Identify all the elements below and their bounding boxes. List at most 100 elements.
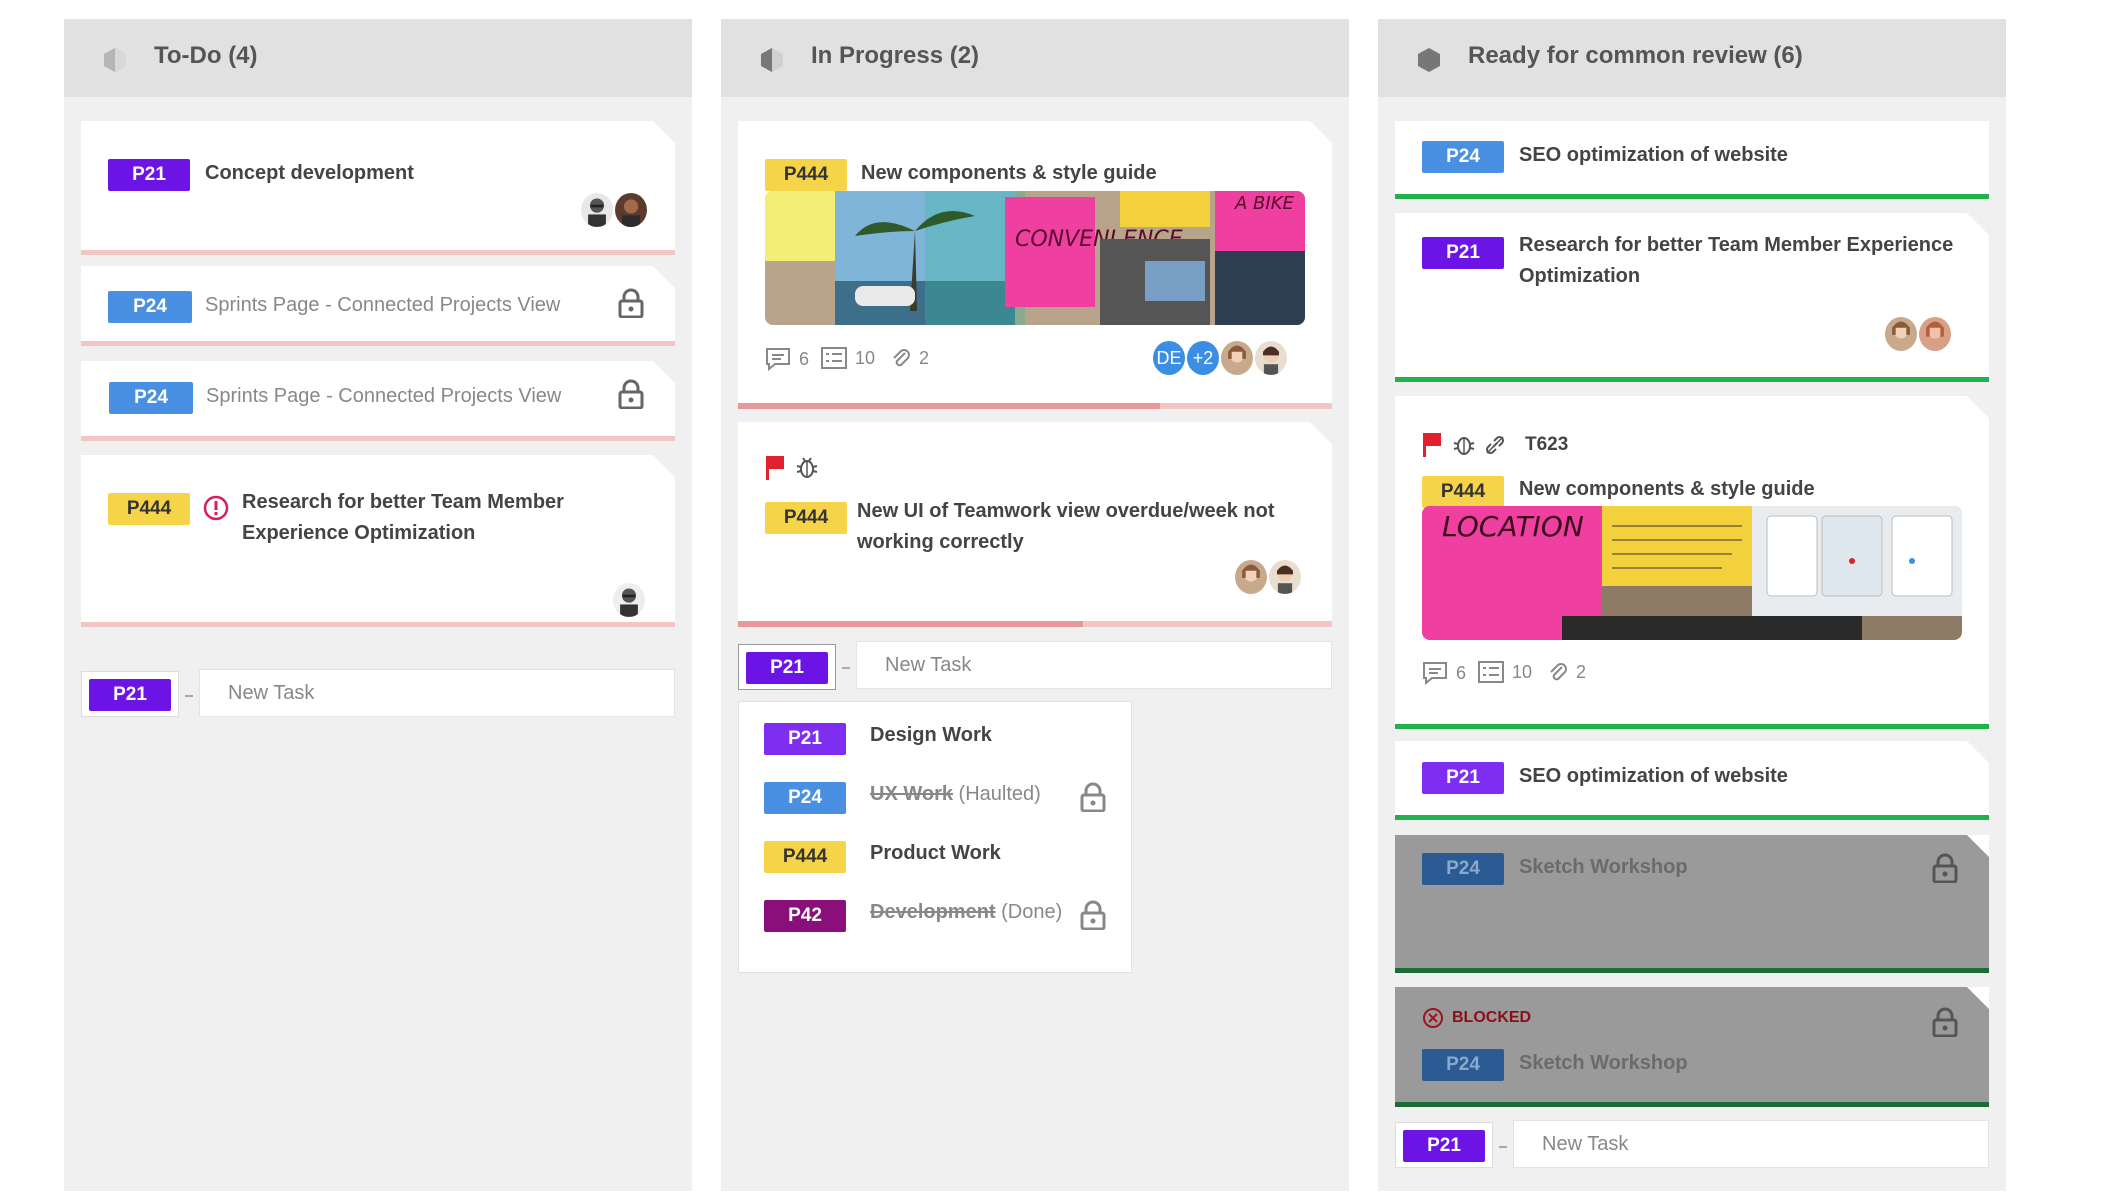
task-card[interactable]: P24 Sprints Page - Connected Projects Vi… (81, 266, 675, 346)
dropdown-item[interactable]: P42 Development (Done) (739, 891, 1131, 941)
task-title: New components & style guide (1519, 478, 1815, 500)
project-tag[interactable]: P24 (1422, 141, 1504, 173)
blocked-label: BLOCKED (1452, 1009, 1532, 1026)
new-task-input[interactable]: New Task (199, 669, 675, 717)
task-card[interactable]: P444 Research for better Team Member Exp… (81, 455, 675, 627)
paperclip-icon (893, 349, 910, 367)
progress-fill (738, 403, 1160, 409)
column-todo: To-Do (4) P21 Concept development P24 Sp… (64, 19, 692, 1191)
project-tag[interactable]: P444 (765, 502, 847, 534)
comments-count[interactable]: 6 (1422, 661, 1466, 685)
task-title: Concept development (205, 162, 414, 184)
project-tag: P42 (764, 900, 846, 932)
column-header[interactable]: To-Do (4) (64, 19, 692, 97)
task-title: Sketch Workshop (1519, 1052, 1688, 1074)
flag-icon[interactable] (1422, 433, 1442, 457)
dropdown-item[interactable]: P21 Design Work (739, 714, 1131, 764)
task-card[interactable]: T623 P444 New components & style guide L… (1395, 396, 1989, 729)
project-tag[interactable]: P444 (1422, 476, 1504, 508)
task-card-blocked[interactable]: BLOCKED P24 Sketch Workshop (1395, 987, 1989, 1107)
task-title: SEO optimization of website (1519, 144, 1788, 166)
avatar[interactable] (613, 191, 649, 229)
column-header[interactable]: In Progress (2) (721, 19, 1349, 97)
project-tag[interactable]: P24 (108, 291, 192, 323)
task-card[interactable]: P444 New UI of Teamwork view overdue/wee… (738, 422, 1332, 627)
task-cover-image[interactable]: LOCATION (1422, 506, 1962, 640)
task-card-locked[interactable]: P24 Sketch Workshop (1395, 835, 1989, 973)
avatar-initials[interactable]: DE (1151, 339, 1187, 377)
project-tag: P21 (1403, 1130, 1485, 1162)
avatar[interactable] (1267, 558, 1303, 596)
avatar[interactable] (1883, 315, 1919, 353)
checklist-icon (1478, 661, 1504, 683)
new-task-project-select[interactable]: P21 (738, 644, 836, 690)
project-tag: P444 (764, 841, 846, 873)
column-in-progress: In Progress (2) P444 New components & st… (721, 19, 1349, 1191)
task-title: New UI of Teamwork view overdue/week not… (857, 500, 1275, 553)
alert-icon (203, 495, 229, 521)
task-title: Sprints Page - Connected Projects View (205, 294, 561, 316)
avatar[interactable] (579, 191, 615, 229)
project-tag[interactable]: P24 (109, 382, 193, 414)
svg-text:A BIKE: A BIKE (1234, 193, 1294, 214)
attachments-count[interactable]: 2 (1548, 661, 1586, 683)
project-tag: P21 (89, 679, 171, 711)
blocked-icon (1423, 1008, 1443, 1028)
project-tag[interactable]: P21 (1422, 762, 1504, 794)
project-tag[interactable]: P24 (1422, 853, 1504, 885)
task-card[interactable]: P24 SEO optimization of website (1395, 121, 1989, 199)
project-tag[interactable]: P21 (108, 159, 190, 191)
task-title: Research for better Team Member Experien… (1519, 234, 1954, 287)
bug-icon[interactable] (1452, 433, 1476, 457)
dropdown-item[interactable]: P24 UX Work (Haulted) (739, 773, 1131, 823)
project-tag[interactable]: P444 (108, 493, 190, 525)
avatar[interactable] (1917, 315, 1953, 353)
lock-icon (618, 379, 644, 409)
dropdown-item-label: Product Work (870, 842, 1001, 864)
task-cover-image[interactable]: CONVENI ENCE A BIKE (765, 191, 1305, 325)
attachments-count[interactable]: 2 (891, 347, 929, 369)
lock-icon (1932, 1007, 1958, 1037)
flag-icon[interactable] (765, 456, 785, 480)
column-title: In Progress (2) (811, 42, 980, 69)
column-ready-for-review: Ready for common review (6) P24 SEO opti… (1378, 19, 2006, 1191)
task-card[interactable]: P444 New components & style guide CONVEN… (738, 121, 1332, 409)
new-task-project-select[interactable]: P21 (81, 671, 179, 717)
new-task-input[interactable]: New Task (856, 641, 1332, 689)
task-card[interactable]: P21 Concept development (81, 121, 675, 255)
link-icon[interactable] (1483, 433, 1507, 457)
comments-count[interactable]: 6 (765, 347, 809, 371)
checklist-icon (821, 347, 847, 369)
new-task-project-select[interactable]: P21 (1395, 1122, 1493, 1168)
comment-icon (766, 348, 790, 371)
task-card[interactable]: P21 Research for better Team Member Expe… (1395, 213, 1989, 382)
status-todo-icon (104, 48, 126, 72)
status-in-progress-icon (761, 48, 783, 72)
avatar[interactable] (1253, 339, 1289, 377)
checklist-count[interactable]: 10 (821, 347, 875, 369)
comment-icon (1423, 662, 1447, 685)
project-tag[interactable]: P24 (1422, 1049, 1504, 1081)
dropdown-item[interactable]: P444 Product Work (739, 832, 1131, 882)
project-tag[interactable]: P21 (1422, 237, 1504, 269)
column-header[interactable]: Ready for common review (6) (1378, 19, 2006, 97)
bug-icon[interactable] (795, 456, 819, 480)
avatar-more[interactable]: +2 (1185, 339, 1221, 377)
new-task-input[interactable]: New Task (1513, 1120, 1989, 1168)
avatar[interactable] (611, 581, 647, 619)
lock-icon (1932, 853, 1958, 883)
column-title: To-Do (4) (154, 42, 258, 69)
task-title: Sketch Workshop (1519, 856, 1688, 878)
project-tag[interactable]: P444 (765, 159, 847, 191)
avatar[interactable] (1219, 339, 1255, 377)
task-card[interactable]: P21 SEO optimization of website (1395, 741, 1989, 820)
avatar[interactable] (1233, 558, 1269, 596)
task-title: SEO optimization of website (1519, 765, 1788, 787)
project-dropdown: P21 Design Work P24 UX Work (Haulted) P4… (738, 701, 1132, 973)
dropdown-item-label: Design Work (870, 724, 992, 746)
checklist-count[interactable]: 10 (1478, 661, 1532, 683)
task-code: T623 (1525, 434, 1569, 455)
task-card[interactable]: P24 Sprints Page - Connected Projects Vi… (81, 361, 675, 441)
status-review-icon (1418, 48, 1440, 72)
dropdown-item-label: UX Work (Haulted) (870, 783, 1041, 805)
